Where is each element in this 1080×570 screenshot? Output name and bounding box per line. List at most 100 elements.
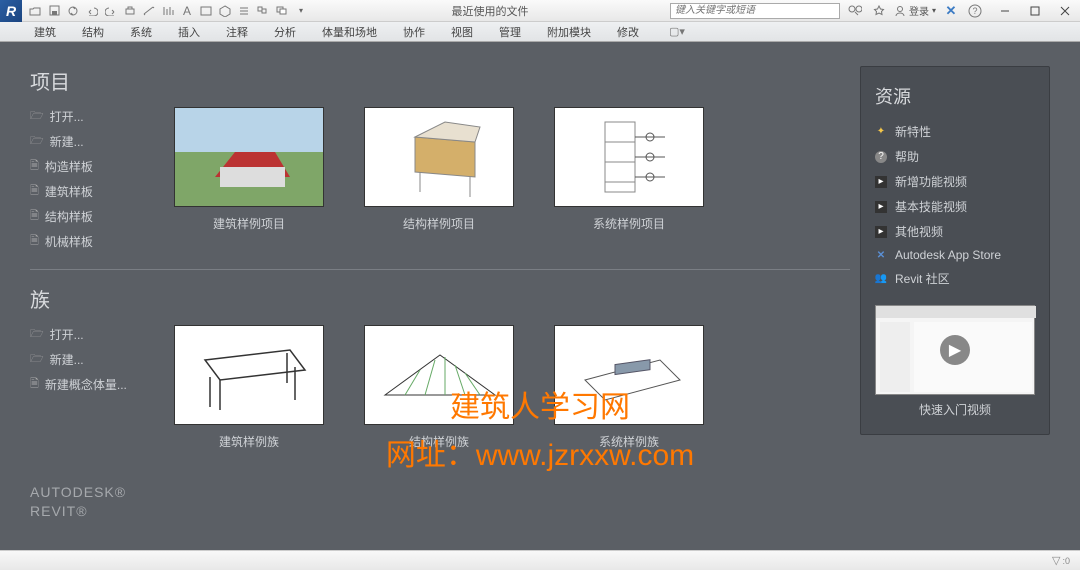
search-input[interactable] <box>670 3 840 19</box>
tile-arch-family[interactable]: 建筑样例族 <box>174 325 324 450</box>
section-title-family: 族 <box>30 284 850 313</box>
tile-struct-family[interactable]: 结构样例族 <box>364 325 514 450</box>
exchange-icon: ✕ <box>875 249 887 261</box>
section-title-project: 项目 <box>30 66 850 95</box>
workspace: 项目 🗁打开... 🗁新建... 🗎构造样板 🗎建筑样板 🗎结构样板 🗎机械样板… <box>0 42 1080 550</box>
res-community[interactable]: 👥Revit 社区 <box>875 270 1035 287</box>
link-label: 机械样板 <box>45 233 93 250</box>
tab-addins[interactable]: 附加模块 <box>543 22 595 42</box>
folder-icon: 🗁 <box>30 132 44 151</box>
tile-arch-project[interactable]: 建筑样例项目 <box>174 107 324 251</box>
tab-systems[interactable]: 系统 <box>126 22 156 42</box>
login-label: 登录 <box>909 3 929 18</box>
login-button[interactable]: 登录 ▾ <box>894 3 936 18</box>
thin-lines-icon[interactable] <box>235 3 253 19</box>
tab-insert[interactable]: 插入 <box>174 22 204 42</box>
print-icon[interactable] <box>121 3 139 19</box>
file-icon: 🗎 <box>30 182 39 201</box>
tile-thumbnail <box>364 325 514 425</box>
tab-view[interactable]: 视图 <box>447 22 477 42</box>
file-icon: 🗎 <box>30 232 39 251</box>
tab-massing[interactable]: 体量和场地 <box>318 22 381 42</box>
brand-line2: REVIT® <box>30 502 126 522</box>
tab-architecture[interactable]: 建筑 <box>30 22 60 42</box>
favorite-icon[interactable] <box>870 3 888 19</box>
tab-annotate[interactable]: 注释 <box>222 22 252 42</box>
filter-icon[interactable]: ▽ <box>1052 554 1060 567</box>
3dview-icon[interactable] <box>216 3 234 19</box>
tile-thumbnail <box>174 107 324 207</box>
open-icon[interactable] <box>26 3 44 19</box>
section-icon[interactable] <box>197 3 215 19</box>
help-icon[interactable]: ? <box>966 3 984 19</box>
project-template-mech[interactable]: 🗎 机械样板 <box>30 232 150 251</box>
statusbar: ▽ :0 <box>0 550 1080 570</box>
project-links: 🗁打开... 🗁新建... 🗎构造样板 🗎建筑样板 🗎结构样板 🗎机械样板 <box>30 107 150 251</box>
res-label: 帮助 <box>895 148 919 165</box>
redo-icon[interactable] <box>102 3 120 19</box>
qat-dropdown-icon[interactable]: ▾ <box>292 3 310 19</box>
sync-icon[interactable] <box>64 3 82 19</box>
resources-panel: 资源 ✦新特性 ?帮助 ▸新增功能视频 ▸基本技能视频 ▸其他视频 ✕Autod… <box>860 66 1050 435</box>
res-whatsnew[interactable]: ✦新特性 <box>875 123 1035 140</box>
project-new[interactable]: 🗁新建... <box>30 132 150 151</box>
text-icon[interactable]: A <box>178 3 196 19</box>
tile-system-project[interactable]: 系统样例项目 <box>554 107 704 251</box>
tile-label: 结构样例项目 <box>364 215 514 232</box>
family-open[interactable]: 🗁打开... <box>30 325 150 344</box>
tab-manage[interactable]: 管理 <box>495 22 525 42</box>
play-icon: ▸ <box>875 226 887 238</box>
close-button[interactable] <box>1050 0 1080 22</box>
measure-icon[interactable] <box>140 3 158 19</box>
tab-structure[interactable]: 结构 <box>78 22 108 42</box>
minimize-button[interactable] <box>990 0 1020 22</box>
file-icon: 🗎 <box>30 375 39 394</box>
tile-system-family[interactable]: 系统样例族 <box>554 325 704 450</box>
project-template-construction[interactable]: 🗎构造样板 <box>30 157 150 176</box>
family-new[interactable]: 🗁新建... <box>30 350 150 369</box>
res-label: 其他视频 <box>895 223 943 240</box>
app-icon[interactable]: R <box>0 0 22 22</box>
align-icon[interactable] <box>159 3 177 19</box>
res-help[interactable]: ? 帮助 <box>875 148 1035 165</box>
titlebar: R A ▾ 最近使用的文件 登录 ▾ ✕ ? <box>0 0 1080 22</box>
project-open[interactable]: 🗁打开... <box>30 107 150 126</box>
ribbon-collapse-icon[interactable]: ▢▾ <box>669 25 685 38</box>
divider <box>30 269 850 270</box>
project-template-struct[interactable]: 🗎结构样板 <box>30 207 150 226</box>
tab-modify[interactable]: 修改 <box>613 22 643 42</box>
folder-icon: 🗁 <box>30 325 44 344</box>
search-icon[interactable] <box>846 3 864 19</box>
exchange-icon[interactable]: ✕ <box>942 3 960 19</box>
close-hidden-icon[interactable] <box>254 3 272 19</box>
tile-label: 结构样例族 <box>364 433 514 450</box>
maximize-button[interactable] <box>1020 0 1050 22</box>
tile-thumbnail <box>554 325 704 425</box>
res-label: 基本技能视频 <box>895 198 967 215</box>
tile-thumbnail <box>174 325 324 425</box>
file-icon: 🗎 <box>30 157 39 176</box>
main-column: 项目 🗁打开... 🗁新建... 🗎构造样板 🗎建筑样板 🗎结构样板 🗎机械样板… <box>30 66 850 550</box>
tab-analyze[interactable]: 分析 <box>270 22 300 42</box>
res-label: 新特性 <box>895 123 931 140</box>
play-icon: ▸ <box>875 201 887 213</box>
res-other-video[interactable]: ▸ 其他视频 <box>875 223 1035 240</box>
tab-collaborate[interactable]: 协作 <box>399 22 429 42</box>
play-icon: ▸ <box>875 176 887 188</box>
project-template-arch[interactable]: 🗎建筑样板 <box>30 182 150 201</box>
brand-footer: AUTODESK® REVIT® <box>30 483 126 522</box>
undo-icon[interactable] <box>83 3 101 19</box>
family-new-conceptual[interactable]: 🗎新建概念体量... <box>30 375 150 394</box>
link-label: 打开... <box>50 108 84 125</box>
res-newfeature-video[interactable]: ▸新增功能视频 <box>875 173 1035 190</box>
tile-struct-project[interactable]: 结构样例项目 <box>364 107 514 251</box>
help-icon: ? <box>875 151 887 163</box>
intro-video-thumb[interactable]: ▶ <box>875 305 1035 395</box>
res-appstore[interactable]: ✕Autodesk App Store <box>875 248 1035 262</box>
switch-windows-icon[interactable] <box>273 3 291 19</box>
resources-list: ✦新特性 ? 帮助 ▸新增功能视频 ▸ 基本技能视频 ▸ 其他视频 ✕Autodesk… <box>875 123 1035 287</box>
res-skill-video[interactable]: ▸ 基本技能视频 <box>875 198 1035 215</box>
play-icon: ▶ <box>940 335 970 365</box>
tile-thumbnail <box>364 107 514 207</box>
save-icon[interactable] <box>45 3 63 19</box>
